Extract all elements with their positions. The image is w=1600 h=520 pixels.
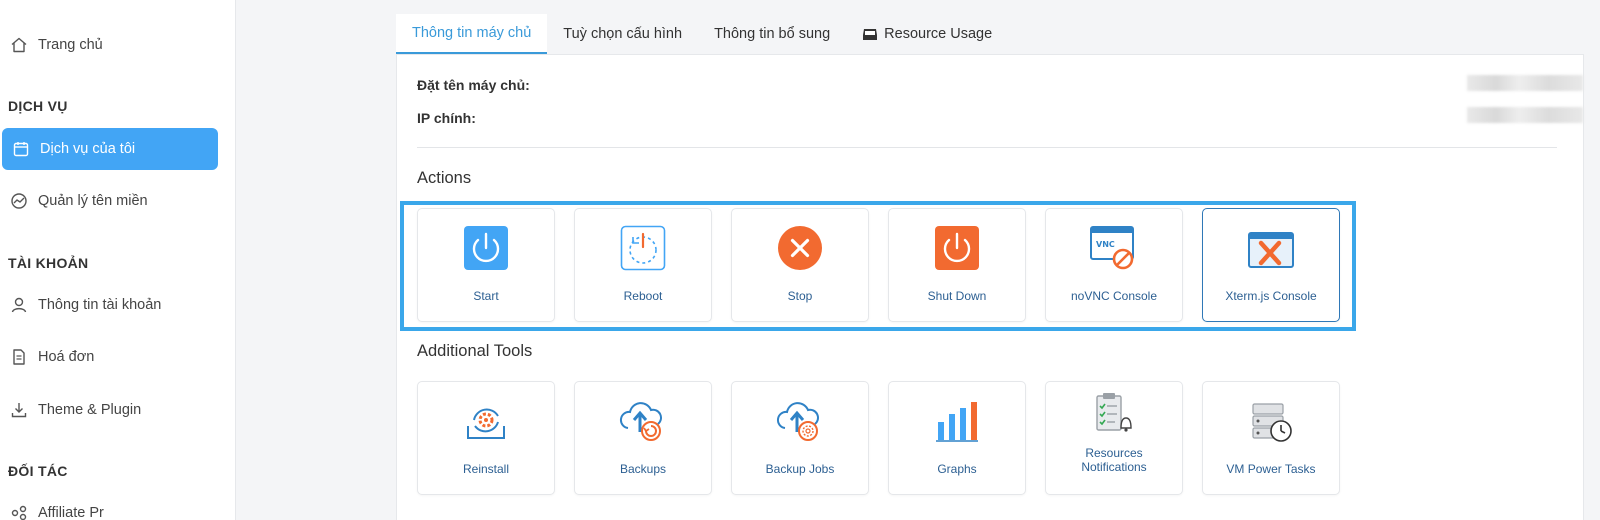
tools-grid: Reinstall Backups Backup Jobs Graphs Res… (417, 381, 1340, 495)
card-label: Start (473, 289, 499, 303)
card-label-line: Notifications (1081, 460, 1147, 474)
card-label: noVNC Console (1070, 289, 1158, 303)
card-label: Shut Down (927, 289, 987, 303)
graphs-icon (889, 382, 1025, 448)
reinstall-icon (418, 382, 554, 448)
tab-label: Thông tin máy chủ (412, 25, 532, 41)
backup-jobs-button[interactable]: Backup Jobs (731, 381, 869, 495)
stop-icon (732, 209, 868, 275)
shutdown-icon (889, 209, 1025, 275)
primary-ip-value-redacted (1467, 107, 1583, 123)
card-label: Resources Notifications (1081, 446, 1146, 474)
card-label-line: Resources (1085, 446, 1143, 460)
reboot-icon (575, 209, 711, 275)
xterm-console-icon (1203, 209, 1339, 275)
sidebar: Trang chủ DỊCH VỤ Dịch vụ của tôi Quản l… (0, 0, 236, 520)
divider (417, 147, 1557, 148)
sidebar-item-label: Hoá đơn (38, 349, 95, 365)
tab-bar: Thông tin máy chủ Tuỳ chọn cấu hình Thôn… (396, 14, 1008, 54)
sidebar-item-account-info[interactable]: Thông tin tài khoản (0, 284, 216, 326)
primary-ip-label: IP chính: (417, 110, 476, 126)
section-title-partner: ĐỐI TÁC (8, 463, 68, 479)
backups-icon (575, 382, 711, 448)
sidebar-item-invoices[interactable]: Hoá đơn (0, 336, 216, 378)
svg-text:VNC: VNC (1096, 240, 1115, 249)
server-panel: Đặt tên máy chủ: IP chính: Actions Start… (396, 54, 1584, 520)
additional-tools-heading: Additional Tools (417, 342, 533, 360)
tab-label: Tuỳ chọn cấu hình (563, 26, 683, 42)
card-label: Reinstall (462, 462, 510, 476)
sidebar-item-label: Quản lý tên miền (38, 193, 148, 209)
download-icon (10, 401, 28, 419)
sidebar-item-label: Trang chủ (38, 37, 103, 53)
resources-notifications-button[interactable]: Resources Notifications (1045, 381, 1183, 495)
backups-button[interactable]: Backups (574, 381, 712, 495)
inbox-icon (862, 27, 878, 41)
server-name-value-redacted (1467, 75, 1583, 91)
start-power-icon (418, 209, 554, 275)
resources-notifications-icon (1046, 382, 1182, 440)
stop-button[interactable]: Stop (731, 208, 869, 322)
reinstall-button[interactable]: Reinstall (417, 381, 555, 495)
start-button[interactable]: Start (417, 208, 555, 322)
sidebar-item-my-services[interactable]: Dịch vụ của tôi (2, 128, 218, 170)
novnc-console-button[interactable]: VNC noVNC Console (1045, 208, 1183, 322)
sidebar-item-domains[interactable]: Quản lý tên miền (0, 180, 216, 222)
section-title-services: DỊCH VỤ (8, 98, 68, 114)
xterm-console-button[interactable]: Xterm.js Console (1202, 208, 1340, 322)
affiliate-icon (10, 504, 28, 520)
sidebar-item-label: Affiliate Pr (38, 505, 104, 520)
tab-additional-info[interactable]: Thông tin bổ sung (698, 14, 846, 54)
sidebar-item-label: Dịch vụ của tôi (40, 141, 136, 157)
card-label: Graphs (937, 462, 977, 476)
card-label: VM Power Tasks (1226, 462, 1316, 476)
vm-power-tasks-button[interactable]: VM Power Tasks (1202, 381, 1340, 495)
actions-grid: Start Reboot Stop Shut Down VNC noVNC Co… (417, 208, 1340, 322)
section-title-account: TÀI KHOẢN (8, 255, 89, 271)
card-label: Backups (619, 462, 667, 476)
invoice-icon (10, 348, 28, 366)
tab-label: Thông tin bổ sung (714, 26, 831, 42)
user-icon (10, 296, 28, 314)
graphs-button[interactable]: Graphs (888, 381, 1026, 495)
reboot-button[interactable]: Reboot (574, 208, 712, 322)
server-name-label: Đặt tên máy chủ: (417, 77, 530, 93)
tab-config-options[interactable]: Tuỳ chọn cấu hình (547, 14, 698, 54)
novnc-console-icon: VNC (1046, 209, 1182, 275)
sidebar-item-home[interactable]: Trang chủ (0, 24, 216, 66)
sidebar-item-affiliate[interactable]: Affiliate Pr (0, 492, 216, 520)
main-content: Thông tin máy chủ Tuỳ chọn cấu hình Thôn… (236, 0, 1600, 520)
actions-heading: Actions (417, 169, 472, 187)
card-label: Xterm.js Console (1225, 289, 1317, 303)
backup-jobs-icon (732, 382, 868, 448)
vm-power-tasks-icon (1203, 382, 1339, 448)
sidebar-item-theme-plugin[interactable]: Theme & Plugin (0, 389, 216, 431)
sidebar-item-label: Thông tin tài khoản (38, 297, 162, 313)
card-label: Reboot (623, 289, 663, 303)
calendar-icon (12, 140, 30, 158)
tab-resource-usage[interactable]: Resource Usage (846, 14, 1008, 54)
shutdown-button[interactable]: Shut Down (888, 208, 1026, 322)
card-label: Stop (787, 289, 813, 303)
home-icon (10, 36, 28, 54)
tab-label: Resource Usage (884, 26, 993, 42)
sidebar-item-label: Theme & Plugin (38, 402, 142, 418)
globe-chart-icon (10, 192, 28, 210)
tab-server-info[interactable]: Thông tin máy chủ (396, 14, 548, 54)
card-label: Backup Jobs (765, 462, 835, 476)
